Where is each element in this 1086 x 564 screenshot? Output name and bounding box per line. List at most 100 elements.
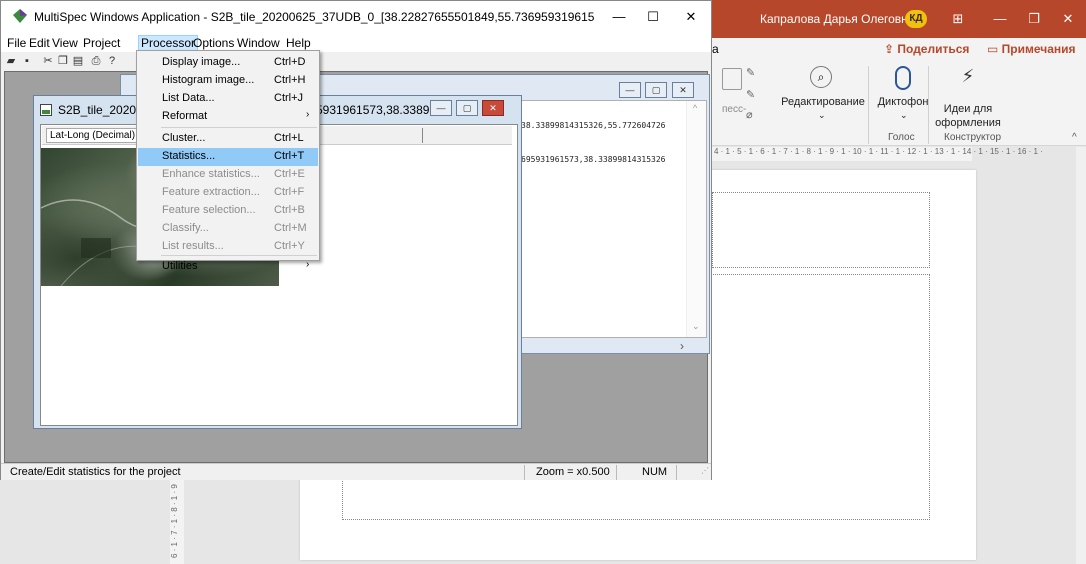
minimize-icon[interactable]: — [990,10,1010,28]
menu-item-label: Statistics... [162,150,216,162]
menu-item-shortcut: Ctrl+J [274,92,304,104]
menu-item-feature-extraction[interactable]: Feature extraction... Ctrl+F [138,184,318,202]
menu-item-shortcut: Ctrl+M [274,222,307,234]
menu-item-label: Classify... [162,222,209,234]
editing-chevron-icon[interactable]: ⌄ [818,110,826,121]
menu-window[interactable]: Window [235,36,282,50]
menu-item-statistics[interactable]: Statistics... Ctrl+T [138,148,318,166]
status-bar: Create/Edit statistics for the project Z… [1,463,711,480]
paste-icon[interactable]: ▤ [71,54,85,68]
ribbon-divider [928,66,929,144]
submenu-arrow-icon: › [306,259,310,270]
status-divider [676,465,677,480]
menubar: File Edit View Project Processor Options Windo… [1,33,711,52]
menu-separator [161,255,317,256]
scroll-right-icon[interactable]: › [680,339,684,353]
menu-view[interactable]: View [50,36,80,50]
menu-item-utilities[interactable]: Utilities › [138,258,318,276]
resize-grip-icon[interactable]: ⋰ [701,466,709,475]
copy-icon[interactable]: ❐ [56,54,70,68]
menu-separator [161,127,317,128]
word-user-name: Капралова Дарья Олеговна [760,12,915,26]
menu-file[interactable]: File [5,36,28,50]
designer-ideas-icon[interactable]: ⚡ [957,64,979,88]
format-icon[interactable] [722,68,742,90]
menu-item-label: Enhance statistics... [162,168,260,180]
vertical-scrollbar[interactable] [1076,147,1086,564]
menu-item-enhance-statistics[interactable]: Enhance statistics... Ctrl+E [138,166,318,184]
scroll-up-icon[interactable]: ^ [693,103,697,113]
ribbon-divider [868,66,869,144]
share-button[interactable]: ⇪ Поделиться [884,42,969,62]
save-icon[interactable]: ▪ [20,54,34,68]
ribbon-partial-char: а [712,42,719,56]
horizontal-scrollbar[interactable] [521,337,706,338]
menu-item-shortcut: Ctrl+H [274,74,306,86]
menu-item-classify[interactable]: Classify... Ctrl+M [138,220,318,238]
menu-item-label: Cluster... [162,132,206,144]
vertical-scrollbar[interactable]: ^ ⌄ [686,101,706,337]
menu-help[interactable]: Help [284,36,313,50]
coordinate-mode-select[interactable]: Lat-Long (Decimal) [46,128,138,143]
menu-item-histogram-image[interactable]: Histogram image... Ctrl+H [138,72,318,90]
zoom-readout: Zoom = x0.500 [536,466,610,478]
eraser-icon[interactable]: ⌀ [746,108,762,122]
restore-icon[interactable]: ❐ [1024,10,1044,28]
menu-item-reformat[interactable]: Reformat › [138,108,318,126]
menu-item-shortcut: Ctrl+F [274,186,305,198]
image-minimize-icon[interactable]: — [430,100,452,116]
menu-item-feature-selection[interactable]: Feature selection... Ctrl+B [138,202,318,220]
scroll-down-icon[interactable]: ⌄ [692,321,700,332]
ribbon-partial-label: песс- [722,104,747,115]
close-icon[interactable]: ✕ [676,7,706,27]
dictate-button[interactable]: Диктофон [872,96,934,108]
toolbar: ▰ ▪ ✂ ❐ ▤ ⎙ ? [1,52,711,70]
microphone-icon[interactable] [895,66,911,90]
output-line: 38.33899814315326,55.772604726 [521,121,666,130]
menu-item-label: Utilities [162,260,198,272]
comments-button[interactable]: ▭ Примечания [987,42,1076,62]
submenu-arrow-icon: › [306,109,310,120]
multispec-titlebar[interactable]: MultiSpec Windows Application - S2B_tile… [1,1,711,33]
search-icon[interactable]: ⌕ [810,66,832,88]
help-icon[interactable]: ? [105,54,119,68]
pen-icon[interactable]: ✎ [746,66,762,80]
menu-item-list-data[interactable]: List Data... Ctrl+J [138,90,318,108]
status-divider [524,465,525,480]
ribbon-display-icon[interactable]: ⊞ [948,10,968,28]
status-message: Create/Edit statistics for the project [10,466,181,478]
comments-label: Примечания [1001,42,1076,56]
editing-button[interactable]: Редактирование [780,96,866,108]
child-maximize-icon[interactable]: ▢ [645,82,667,98]
comment-icon: ▭ [987,42,1002,56]
menu-options[interactable]: Options [191,36,236,50]
text-window-title: 5931961573,38.33899... [316,103,447,117]
vertical-ruler: 6 · 1 · 7 · 1 · 8 · 1 · 9 [170,478,184,564]
minimize-icon[interactable]: — [604,7,634,27]
open-icon[interactable]: ▰ [4,54,18,68]
menu-processor[interactable]: Processor [138,35,199,51]
share-icon: ⇪ [884,42,898,56]
cut-icon[interactable]: ✂ [41,54,55,68]
designer-ideas-button[interactable]: Идеи для оформления [932,102,1004,130]
dictate-chevron-icon[interactable]: ⌄ [900,110,908,121]
status-divider [616,465,617,480]
menu-project[interactable]: Project [81,36,122,50]
menu-item-display-image[interactable]: Display image... Ctrl+D [138,54,318,72]
menu-item-list-results[interactable]: List results... Ctrl+Y [138,238,318,256]
image-maximize-icon[interactable]: ▢ [456,100,478,116]
child-minimize-icon[interactable]: — [619,82,641,98]
ribbon-collapse-icon[interactable]: ^ [1072,132,1077,143]
menu-item-cluster[interactable]: Cluster... Ctrl+L [138,130,318,148]
user-avatar[interactable]: КД [905,10,927,28]
highlighter-icon[interactable]: ✎ [746,88,762,102]
output-line: 695931961573,38.33899814315326 [521,155,666,164]
header-area[interactable] [712,192,930,268]
maximize-icon[interactable]: ☐ [638,7,668,27]
menu-item-label: Display image... [162,56,241,68]
child-close-icon[interactable]: ✕ [672,82,694,98]
print-icon[interactable]: ⎙ [89,54,103,68]
menu-edit[interactable]: Edit [27,36,52,50]
image-close-icon[interactable]: ✕ [482,100,504,116]
close-icon[interactable]: ✕ [1058,10,1078,28]
